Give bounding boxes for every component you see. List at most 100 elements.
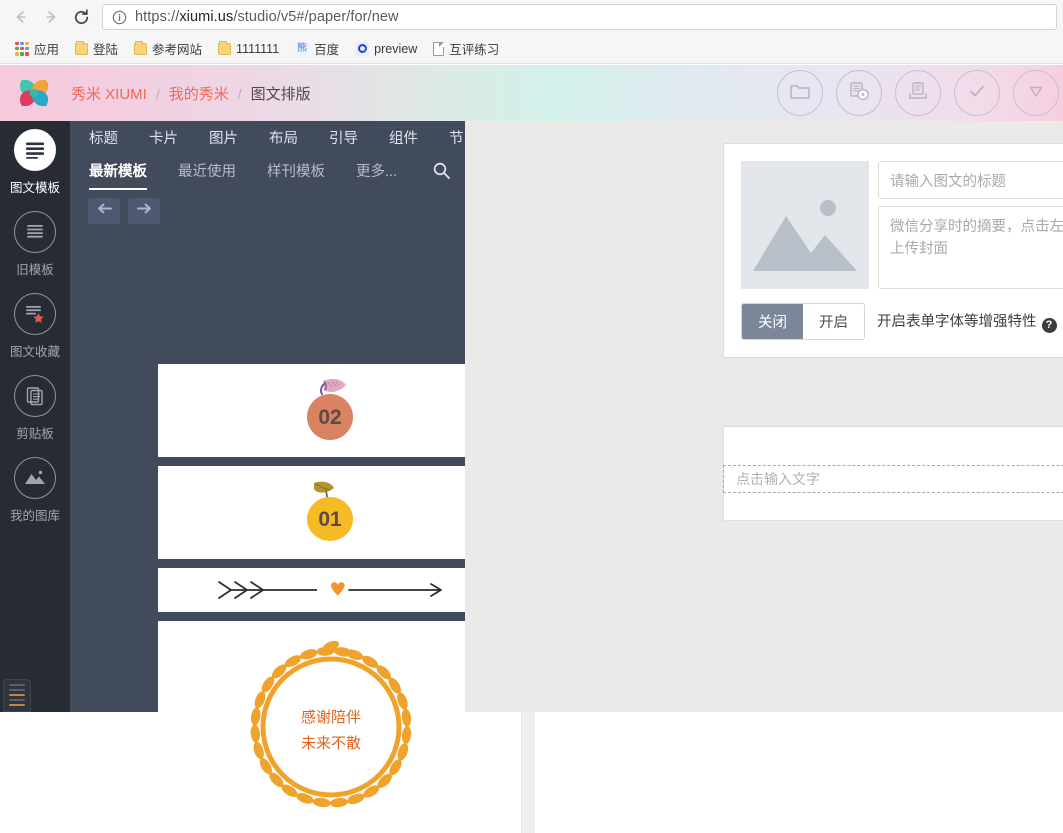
bookmark-1111111[interactable]: 1111111 [211, 38, 286, 60]
tab-component[interactable]: 组件 [389, 127, 418, 148]
confirm-button[interactable] [954, 70, 1000, 116]
sidebar-item-old-template[interactable]: 旧模板 [0, 203, 70, 285]
bookmark-label: 参考网站 [152, 39, 202, 58]
text-input-line[interactable]: 点击输入文字 [723, 465, 1063, 493]
apple-number-01-thumb: 01 [256, 473, 406, 553]
save-as-icon [847, 80, 871, 107]
content-editor-block[interactable]: 点击输入文字 [723, 426, 1063, 521]
sidebar-item-clipboard[interactable]: 剪贴板 [0, 367, 70, 449]
favorite-star-icon [14, 293, 56, 335]
pager-next-button[interactable] [128, 198, 160, 224]
article-summary-input[interactable]: 微信分享时的摘要，点击左侧图片上传封面 [878, 206, 1063, 289]
tab-card[interactable]: 卡片 [149, 127, 178, 148]
subtab-sample-templates[interactable]: 样刊模板 [267, 160, 325, 190]
article-title-input[interactable]: 请输入图文的标题 [878, 161, 1063, 199]
tab-layout[interactable]: 布局 [269, 127, 298, 148]
svg-text:01: 01 [318, 508, 342, 531]
bookmark-label: 互评练习 [449, 39, 499, 58]
enhanced-features-toggle: 关闭 开启 [741, 303, 865, 340]
bookmark-baidu[interactable]: 百度 [288, 38, 346, 60]
folder-open-icon [788, 80, 812, 107]
summary-placeholder: 微信分享时的摘要，点击左侧图片上传封面 [890, 216, 1063, 261]
bookmark-peer-review[interactable]: 互评练习 [426, 38, 506, 60]
bookmark-reference-sites[interactable]: 参考网站 [127, 38, 209, 60]
folder-icon [218, 43, 231, 55]
reload-icon [72, 8, 91, 27]
tab-image[interactable]: 图片 [209, 127, 238, 148]
template-list[interactable]: 02 01 [140, 364, 521, 833]
forward-arrow-icon [42, 8, 60, 26]
template-item-apple-02[interactable]: 02 [158, 364, 503, 457]
template-pager [70, 190, 465, 224]
sidebar-item-favorites[interactable]: 图文收藏 [0, 285, 70, 367]
pager-prev-button[interactable] [88, 198, 120, 224]
search-icon[interactable] [432, 161, 451, 190]
cover-image-uploader[interactable] [741, 161, 869, 289]
subtab-recently-used[interactable]: 最近使用 [178, 160, 236, 190]
more-actions-button[interactable] [1013, 70, 1059, 116]
svg-text:02: 02 [318, 406, 341, 429]
subtab-more[interactable]: 更多... [356, 160, 397, 190]
breadcrumb: 秀米 XIUMI / 我的秀米 / 图文排版 [71, 83, 311, 104]
template-item-leaf-wreath[interactable]: 感谢陪伴 未来不散 [158, 621, 503, 829]
back-button[interactable] [6, 2, 36, 32]
image-library-icon [14, 457, 56, 499]
sidebar-item-label: 图文收藏 [10, 341, 60, 360]
xiumi-logo-icon[interactable] [11, 70, 57, 116]
url-text: https://xiumi.us/studio/v5#/paper/for/ne… [135, 9, 399, 25]
collapsed-panel-widget[interactable] [3, 679, 31, 712]
address-bar[interactable]: https://xiumi.us/studio/v5#/paper/for/ne… [102, 4, 1057, 30]
clipboard-icon [14, 375, 56, 417]
save-button[interactable] [895, 70, 941, 116]
bookmark-apps[interactable]: 应用 [8, 38, 66, 60]
left-sidebar: 图文模板 旧模板 图文收藏 剪贴板 我的图库 [0, 121, 70, 712]
arrow-left-icon [96, 202, 113, 220]
tab-guide[interactable]: 引导 [329, 127, 358, 148]
site-info-icon[interactable] [112, 10, 127, 25]
bookmark-denglu[interactable]: 登陆 [68, 38, 125, 60]
leaf-wreath-thumb: 感谢陪伴 未来不散 [231, 630, 431, 820]
save-as-button[interactable] [836, 70, 882, 116]
wreath-line-2: 未来不散 [300, 735, 360, 752]
help-icon[interactable]: ? [1042, 318, 1057, 333]
sidebar-item-label: 旧模板 [16, 259, 54, 278]
header-actions [764, 70, 1063, 116]
url-host: xiumi.us [179, 9, 233, 25]
old-template-icon [14, 211, 56, 253]
open-document-button[interactable] [777, 70, 823, 116]
sidebar-item-label: 我的图库 [10, 505, 60, 524]
forward-button[interactable] [36, 2, 66, 32]
toggle-off-button[interactable]: 关闭 [742, 304, 803, 339]
sidebar-item-my-gallery[interactable]: 我的图库 [0, 449, 70, 531]
sidebar-item-label: 图文模板 [10, 177, 60, 196]
sidebar-item-label: 剪贴板 [16, 423, 54, 442]
subtab-newest-templates[interactable]: 最新模板 [89, 160, 147, 190]
breadcrumb-item-xiumi[interactable]: 秀米 XIUMI [71, 83, 147, 104]
sidebar-item-tuwen-template[interactable]: 图文模板 [0, 121, 70, 203]
app-header: 秀米 XIUMI / 我的秀米 / 图文排版 [0, 65, 1063, 121]
text-input-placeholder: 点击输入文字 [736, 469, 820, 489]
tab-title[interactable]: 标题 [89, 127, 118, 148]
bookmark-label: 登陆 [93, 39, 118, 58]
bookmark-preview[interactable]: preview [348, 38, 424, 60]
template-lines-icon [14, 129, 56, 171]
chevron-down-icon [1024, 80, 1048, 107]
template-item-heart-arrow[interactable] [158, 568, 503, 612]
arrow-right-icon [136, 202, 153, 220]
enhanced-features-label: 开启表单字体等增强特性? [877, 310, 1057, 333]
template-item-apple-01[interactable]: 01 [158, 466, 503, 559]
bookmark-label: 百度 [314, 39, 339, 58]
folder-icon [75, 43, 88, 55]
save-icon [906, 80, 930, 107]
bookmark-label: 应用 [34, 39, 59, 58]
template-panel: 标题 卡片 图片 布局 引导 组件 节日 最新模板 最近使用 样刊模板 更多..… [70, 121, 465, 712]
image-placeholder-icon [741, 276, 869, 289]
toggle-on-button[interactable]: 开启 [803, 304, 864, 339]
reload-button[interactable] [66, 2, 96, 32]
editor-canvas: 请输入图文的标题 微信分享时的摘要，点击左侧图片上传封面 关闭 开启 开启表单字… [465, 121, 1063, 712]
bookmark-label: 1111111 [236, 42, 279, 56]
subtabs: 最新模板 最近使用 样刊模板 更多... [70, 154, 465, 190]
form-bottom-row: 关闭 开启 开启表单字体等增强特性? [741, 303, 1063, 340]
category-tabs: 标题 卡片 图片 布局 引导 组件 节日 [70, 121, 465, 154]
breadcrumb-item-my-xiumi[interactable]: 我的秀米 [169, 83, 229, 104]
